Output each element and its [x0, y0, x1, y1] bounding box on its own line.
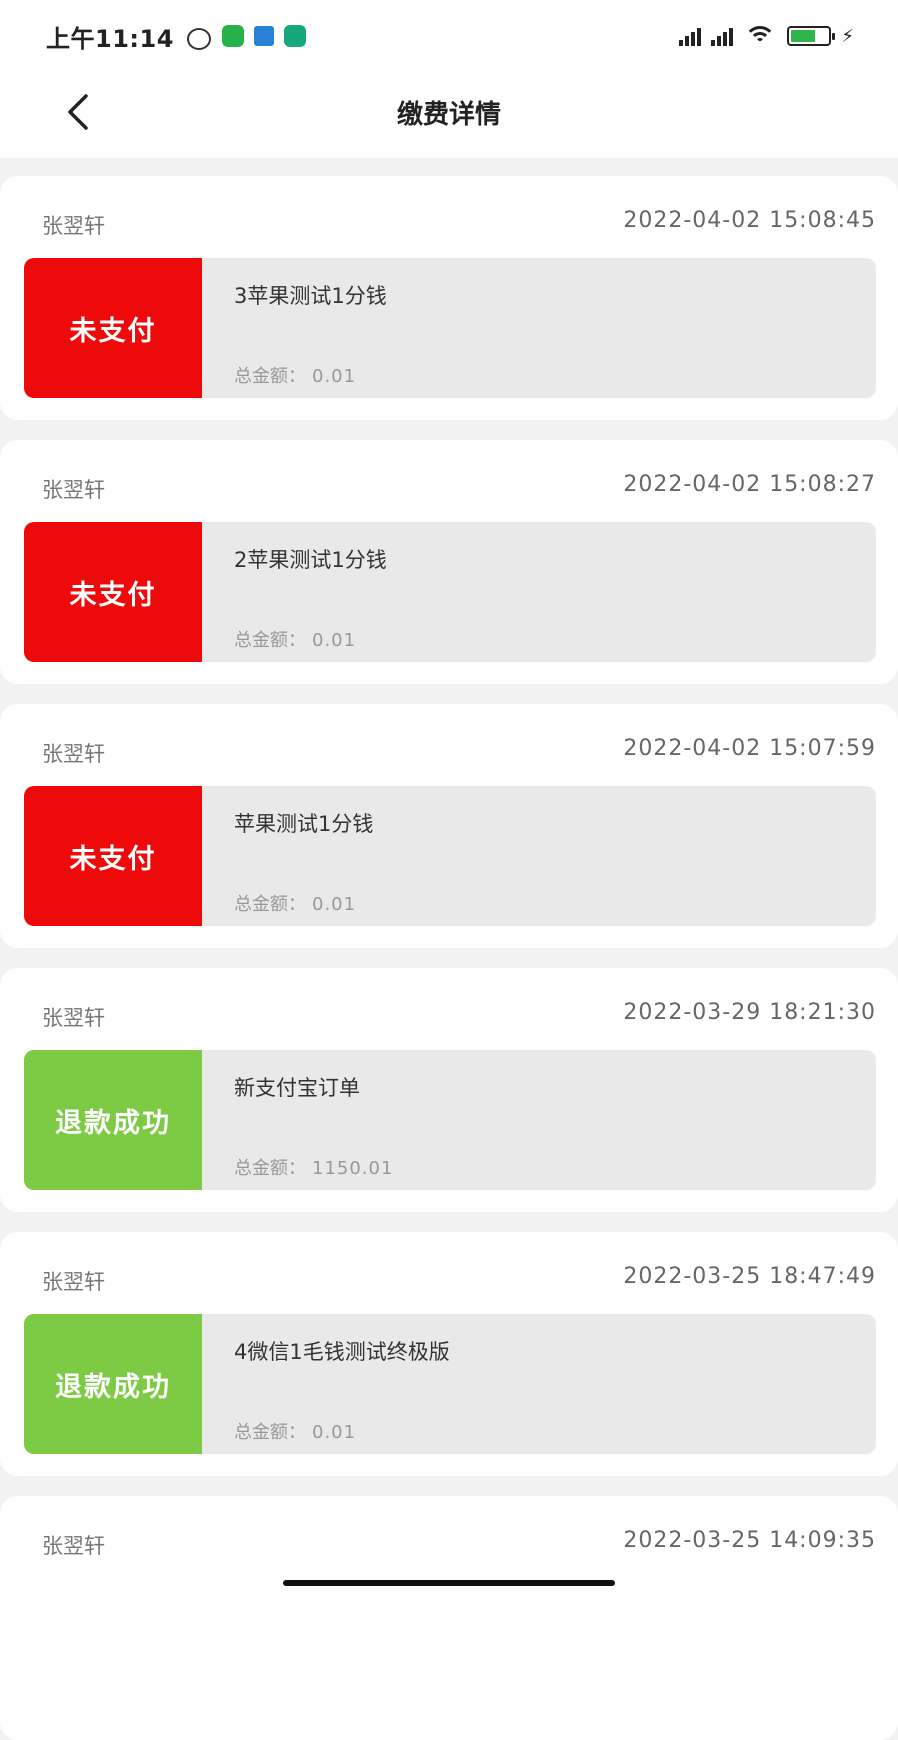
payer-name: 张翌轩: [42, 1534, 105, 1558]
battery-level: [791, 30, 816, 42]
status-badge: 退款成功: [24, 1050, 202, 1190]
message-notification-icon: [283, 25, 306, 47]
order-title: 4微信1毛钱测试终极版: [234, 1340, 450, 1364]
amount-value: 0.01: [312, 630, 357, 651]
payer-name: 张翌轩: [42, 1270, 105, 1294]
order-title: 2苹果测试1分钱: [234, 548, 387, 572]
amount-label: 总金额：: [234, 1422, 306, 1443]
order-body[interactable]: 未支付 苹果测试1分钱 总金额： 0.01: [24, 786, 876, 926]
order-body[interactable]: 未支付 2苹果测试1分钱 总金额： 0.01: [24, 522, 876, 662]
alarm-icon: [184, 24, 212, 50]
battery-icon: [787, 26, 836, 46]
amount-label: 总金额：: [234, 630, 306, 651]
status-bar: 上午11:14 ⚡: [0, 0, 898, 72]
payer-name: 张翌轩: [42, 742, 105, 766]
cellular-signal-icon: [679, 26, 702, 46]
charging-icon: ⚡: [841, 25, 854, 47]
wechat-notification-icon: [221, 25, 244, 47]
total-amount: 总金额： 0.01: [234, 626, 356, 652]
order-body[interactable]: 退款成功 新支付宝订单 总金额： 1150.01: [24, 1050, 876, 1190]
order-card[interactable]: 张翌轩 2022-03-29 18:21:30 退款成功 新支付宝订单 总金额：…: [0, 968, 898, 1212]
status-badge: 未支付: [24, 258, 202, 398]
status-time: 上午11:14: [46, 24, 174, 53]
amount-value: 0.01: [312, 894, 357, 915]
order-time: 2022-03-29 18:21:30: [623, 1000, 876, 1025]
order-title: 新支付宝订单: [234, 1076, 360, 1100]
total-amount: 总金额： 0.01: [234, 1418, 356, 1444]
amount-value: 1150.01: [312, 1158, 394, 1179]
home-indicator[interactable]: [283, 1580, 615, 1586]
amount-value: 0.01: [312, 366, 357, 387]
page-title: 缴费详情: [396, 100, 501, 130]
total-amount: 总金额： 0.01: [234, 890, 356, 916]
status-right: ⚡: [679, 24, 854, 48]
payer-name: 张翌轩: [42, 214, 105, 238]
wifi-icon: [743, 24, 777, 48]
status-badge: 退款成功: [24, 1314, 202, 1454]
status-left: 上午11:14: [46, 19, 306, 54]
order-time: 2022-04-02 15:08:27: [623, 472, 876, 497]
order-card[interactable]: 张翌轩 2022-04-02 15:08:45 未支付 3苹果测试1分钱 总金额…: [0, 176, 898, 420]
order-card[interactable]: 张翌轩 2022-04-02 15:08:27 未支付 2苹果测试1分钱 总金额…: [0, 440, 898, 684]
payer-name: 张翌轩: [42, 478, 105, 502]
order-title: 苹果测试1分钱: [234, 812, 374, 836]
order-time: 2022-03-25 14:09:35: [623, 1528, 876, 1553]
amount-label: 总金额：: [234, 1158, 306, 1179]
total-amount: 总金额： 1150.01: [234, 1154, 393, 1180]
nav-bar: 缴费详情: [0, 72, 898, 158]
order-body[interactable]: 退款成功 4微信1毛钱测试终极版 总金额： 0.01: [24, 1314, 876, 1454]
order-card[interactable]: 张翌轩 2022-03-25 18:47:49 退款成功 4微信1毛钱测试终极版…: [0, 1232, 898, 1476]
amount-label: 总金额：: [234, 366, 306, 387]
payer-name: 张翌轩: [42, 1006, 105, 1030]
status-badge: 未支付: [24, 522, 202, 662]
order-time: 2022-04-02 15:07:59: [623, 736, 876, 761]
cellular-signal-icon: [711, 26, 734, 46]
total-amount: 总金额： 0.01: [234, 362, 356, 388]
order-title: 3苹果测试1分钱: [234, 284, 387, 308]
status-badge: 未支付: [24, 786, 202, 926]
order-time: 2022-03-25 18:47:49: [623, 1264, 876, 1289]
order-card[interactable]: 张翌轩 2022-03-25 14:09:35: [0, 1496, 898, 1740]
order-time: 2022-04-02 15:08:45: [623, 208, 876, 233]
amount-value: 0.01: [312, 1422, 357, 1443]
order-body[interactable]: 未支付 3苹果测试1分钱 总金额： 0.01: [24, 258, 876, 398]
amount-label: 总金额：: [234, 894, 306, 915]
app-notification-icon: [253, 26, 274, 46]
order-card[interactable]: 张翌轩 2022-04-02 15:07:59 未支付 苹果测试1分钱 总金额：…: [0, 704, 898, 948]
